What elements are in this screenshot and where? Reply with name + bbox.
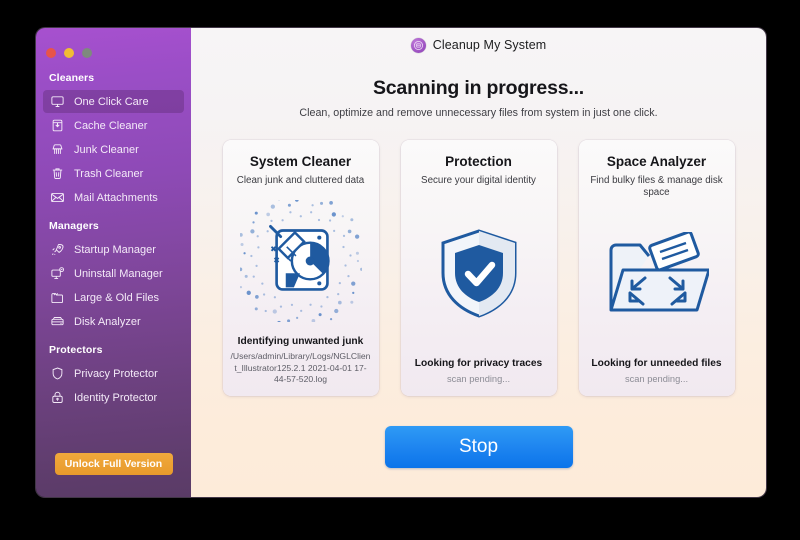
sidebar-item-label: Identity Protector [74, 391, 158, 404]
stop-button[interactable]: Stop [384, 425, 573, 468]
monitor-icon [49, 94, 65, 110]
sidebar-item-label: One Click Care [74, 95, 149, 108]
lock-icon [49, 390, 65, 406]
sidebar-item-uninstall-manager[interactable]: Uninstall Manager [43, 262, 184, 285]
sidebar-item-label: Large & Old Files [74, 291, 159, 304]
trash-icon [49, 166, 65, 182]
action-footer: Stop [191, 396, 766, 497]
shield-icon [49, 366, 65, 382]
folder-expand-icon [587, 199, 727, 359]
sidebar-item-label: Mail Attachments [74, 191, 158, 204]
cache-box-icon [49, 118, 65, 134]
broom-disk-icon [231, 187, 371, 336]
sidebar-item-label: Disk Analyzer [74, 315, 141, 328]
sidebar-item-label: Cache Cleaner [74, 119, 148, 132]
sidebar-item-cache-cleaner[interactable]: Cache Cleaner [43, 114, 184, 137]
window-traffic-lights [36, 36, 191, 62]
brush-icon [49, 142, 65, 158]
sidebar-item-trash-cleaner[interactable]: Trash Cleaner [43, 162, 184, 185]
card-title: Protection [445, 154, 512, 169]
unlock-full-version-wrap: Unlock Full Version [36, 453, 191, 475]
envelope-icon [49, 190, 65, 206]
sidebar-item-label: Uninstall Manager [74, 267, 163, 280]
card-subtitle: Find bulky files & manage disk space [590, 175, 723, 198]
sidebar-item-disk-analyzer[interactable]: Disk Analyzer [43, 310, 184, 333]
close-button[interactable] [46, 48, 56, 58]
sidebar-item-junk-cleaner[interactable]: Junk Cleaner [43, 138, 184, 161]
card-status: Looking for unneeded files [591, 358, 722, 370]
sidebar-item-label: Trash Cleaner [74, 167, 144, 180]
card-detail: scan pending... [624, 374, 689, 385]
sidebar-item-label: Privacy Protector [74, 367, 158, 380]
sidebar-item-label: Startup Manager [74, 243, 156, 256]
sidebar-item-startup-manager[interactable]: Startup Manager [43, 238, 184, 261]
card-title: Space Analyzer [606, 154, 707, 169]
scan-cards: System Cleaner Clean junk and cluttered d… [191, 140, 766, 396]
sidebar: Cleaners One Click Care Cache Cleaner Junk … [36, 28, 191, 497]
card-title: System Cleaner [249, 154, 352, 169]
card-status: Identifying unwanted junk [237, 336, 364, 348]
card-status: Looking for privacy traces [414, 358, 543, 370]
zoom-button[interactable] [82, 48, 92, 58]
sidebar-section-title: Cleaners [49, 72, 95, 84]
unlock-full-version-button[interactable]: Unlock Full Version [54, 453, 173, 475]
page-title: Scanning in progress... [372, 77, 585, 99]
app-remove-icon [49, 266, 65, 282]
card-detail: /Users/admin/Library/Logs/NGLClient_Illu… [230, 351, 371, 385]
sidebar-section-title: Protectors [49, 344, 103, 356]
folder-icon [49, 290, 65, 306]
minimize-button[interactable] [64, 48, 74, 58]
scan-card-protection[interactable]: Protection Secure your digital identity Lo… [400, 140, 557, 396]
app-title: Cleanup My System [432, 38, 547, 52]
app-window: Cleaners One Click Care Cache Cleaner Junk … [36, 28, 766, 497]
card-subtitle: Secure your digital identity [421, 175, 536, 186]
rocket-icon [49, 242, 65, 258]
shield-check-icon [409, 187, 549, 359]
sidebar-item-mail-attachments[interactable]: Mail Attachments [43, 186, 184, 209]
sidebar-item-identity-protector[interactable]: Identity Protector [43, 386, 184, 409]
app-titlebar: Cleanup My System [191, 28, 766, 58]
card-subtitle: Clean junk and cluttered data [236, 175, 365, 186]
cleanup-my-system-logo-icon [410, 37, 426, 53]
sidebar-section-title: Managers [49, 220, 99, 232]
card-detail: scan pending... [446, 374, 511, 385]
scan-card-system-cleaner[interactable]: System Cleaner Clean junk and cluttered d… [222, 140, 379, 396]
page-subtitle: Clean, optimize and remove unnecessary f… [299, 107, 658, 119]
sidebar-item-large-old-files[interactable]: Large & Old Files [43, 286, 184, 309]
sidebar-nav: Cleaners One Click Care Cache Cleaner Junk … [36, 62, 191, 409]
disk-icon [49, 314, 65, 330]
scan-card-space-analyzer[interactable]: Space Analyzer Find bulky files & manage … [578, 140, 735, 396]
sidebar-item-label: Junk Cleaner [74, 143, 139, 156]
main-content: Cleanup My System Scanning in progress..… [191, 28, 766, 497]
sidebar-item-privacy-protector[interactable]: Privacy Protector [43, 362, 184, 385]
sidebar-item-one-click-care[interactable]: One Click Care [43, 90, 184, 113]
